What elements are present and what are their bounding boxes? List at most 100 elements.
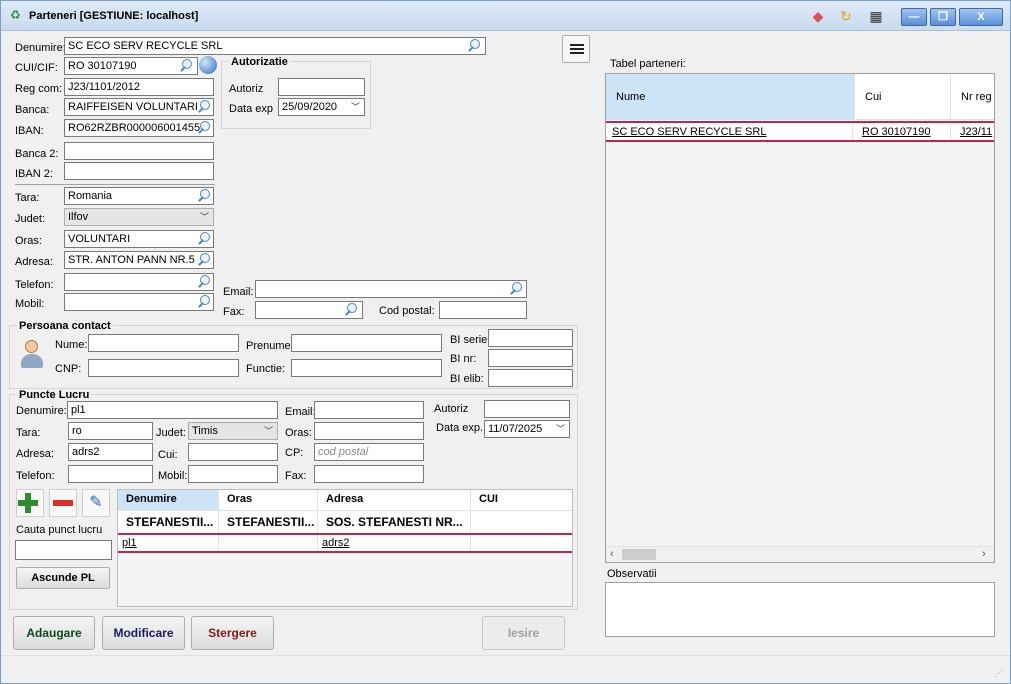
dataexp-picker[interactable]: 25/09/2020 ﹀ [278, 98, 365, 116]
stergere-button[interactable]: Stergere [191, 616, 274, 650]
pl-filter-denumire[interactable]: STEFANESTII... [118, 511, 219, 532]
refresh-icon[interactable]: ↻ [837, 8, 855, 24]
add-pl-button[interactable] [16, 489, 44, 517]
search-icon[interactable] [197, 252, 213, 268]
partners-window: ♻ Parteneri [GESTIUNE: localhost] ◆ ↻ ▦ … [0, 0, 1011, 684]
pl-col-oras[interactable]: Oras [219, 490, 318, 510]
search-icon[interactable] [344, 302, 360, 318]
modificare-button[interactable]: Modificare [102, 616, 185, 650]
chevron-down-icon: ﹀ [263, 426, 273, 436]
autoriz-field[interactable] [278, 78, 365, 96]
person-icon [19, 338, 45, 370]
pl-filter-row: STEFANESTII... STEFANESTII... SOS. STEFA… [118, 510, 572, 532]
pl-dataexp-picker[interactable]: 11/07/2025 ﹀ [484, 420, 570, 438]
pl-col-cui[interactable]: CUI [471, 490, 572, 510]
pl-denumire-field[interactable]: pl1 [67, 401, 278, 419]
codpostal-field[interactable] [439, 301, 527, 319]
restore-button[interactable]: ❐ [930, 8, 956, 26]
search-icon[interactable] [197, 120, 213, 136]
mobil-field[interactable] [64, 293, 214, 311]
pl-tara-field[interactable]: ro [68, 422, 153, 440]
search-icon[interactable] [179, 58, 195, 74]
contact-cnp-field[interactable] [88, 359, 239, 377]
regcom-field[interactable]: J23/1101/2012 [64, 78, 214, 96]
scroll-right-icon[interactable]: › [982, 548, 986, 560]
pl-email-field[interactable] [314, 401, 424, 419]
pl-cp-field[interactable]: cod postal [314, 443, 424, 461]
mobil-label: Mobil: [15, 298, 45, 310]
menu-button[interactable] [562, 35, 590, 63]
adresa-field[interactable]: STR. ANTON PANN NR.5 [64, 251, 214, 269]
pl-filter-adresa[interactable]: SOS. STEFANESTI NR... [318, 511, 471, 532]
judet-select[interactable]: Ilfov ﹀ [64, 208, 214, 226]
globe-icon[interactable] [199, 56, 217, 74]
telefon-label: Telefon: [15, 279, 54, 291]
pl-col-denumire[interactable]: Denumire [118, 490, 219, 510]
scroll-left-icon[interactable]: ‹ [610, 548, 614, 560]
email-field[interactable] [255, 280, 527, 298]
pl-oras-field[interactable] [314, 422, 424, 440]
minimize-button[interactable]: — [901, 8, 927, 26]
pl-autoriz-field[interactable] [484, 400, 570, 418]
chevron-down-icon: ﹀ [350, 102, 360, 112]
col-nume[interactable]: Nume [606, 74, 855, 120]
contact-functie-label: Functie: [246, 363, 286, 375]
pl-judet-value: Timis [192, 425, 218, 437]
pl-col-adresa[interactable]: Adresa [318, 490, 471, 510]
cui-field[interactable]: RO 30107190 [64, 57, 198, 75]
contact-prenume-field[interactable] [291, 334, 442, 352]
pl-cui-field[interactable] [188, 443, 278, 461]
banca-label: Banca: [15, 104, 50, 116]
col-nrreg[interactable]: Nr reg [951, 74, 994, 120]
pl-telefon-field[interactable] [68, 465, 153, 483]
partner-cell-nrreg: J23/11 [960, 126, 993, 138]
banca2-label: Banca 2: [15, 148, 59, 160]
adaugare-button[interactable]: Adaugare [13, 616, 95, 650]
contact-biserie-field[interactable] [488, 329, 573, 347]
pl-fax-field[interactable] [314, 465, 424, 483]
oras-field[interactable]: VOLUNTARI [64, 230, 214, 248]
search-icon[interactable] [197, 294, 213, 310]
pl-filter-oras[interactable]: STEFANESTII... [219, 511, 318, 532]
contact-bielib-field[interactable] [488, 369, 573, 387]
separator [15, 184, 215, 185]
pl-mobil-field[interactable] [188, 465, 278, 483]
contact-functie-field[interactable] [291, 359, 442, 377]
contact-binr-field[interactable] [488, 349, 573, 367]
minus-icon [53, 500, 73, 506]
scrollbar-thumb[interactable] [622, 549, 656, 560]
table-row[interactable]: SC ECO SERV RECYCLE SRL RO 30107190 J23/… [606, 121, 994, 142]
tara-field[interactable]: Romania [64, 187, 214, 205]
search-icon[interactable] [509, 281, 525, 297]
pl-cp-placeholder: cod postal [318, 446, 369, 458]
search-icon[interactable] [197, 188, 213, 204]
edit-pl-button[interactable]: ✎ [82, 489, 110, 517]
denumire-field[interactable]: SC ECO SERV RECYCLE SRL [64, 37, 486, 55]
pl-judet-select[interactable]: Timis ﹀ [188, 422, 278, 440]
banca-field[interactable]: RAIFFEISEN VOLUNTARI [64, 98, 214, 116]
close-button[interactable]: X [959, 8, 1003, 26]
contact-nume-field[interactable] [88, 334, 239, 352]
search-icon[interactable] [197, 274, 213, 290]
cauta-pl-field[interactable] [15, 540, 112, 560]
delete-pl-button[interactable] [49, 489, 77, 517]
iban-field[interactable]: RO62RZBR000006001455 [64, 119, 214, 137]
pl-filter-cui[interactable] [471, 511, 572, 532]
table-row[interactable]: pl1 adrs2 [118, 533, 572, 553]
telefon-field[interactable] [64, 273, 214, 291]
iesire-button[interactable]: Iesire [482, 616, 565, 650]
banca2-field[interactable] [64, 142, 214, 160]
search-icon[interactable] [467, 38, 483, 54]
calendar-icon[interactable]: ▦ [867, 8, 885, 24]
pl-adresa-field[interactable]: adrs2 [68, 443, 153, 461]
resize-grip-icon[interactable]: ⋰ [994, 668, 1004, 679]
observatii-field[interactable] [605, 582, 995, 637]
search-icon[interactable] [197, 231, 213, 247]
ascunde-pl-button[interactable]: Ascunde PL [16, 567, 110, 589]
iban2-field[interactable] [64, 162, 214, 180]
search-icon[interactable] [197, 99, 213, 115]
contact-cnp-label: CNP: [55, 363, 82, 375]
col-cui[interactable]: Cui [855, 74, 951, 120]
eraser-icon[interactable]: ◆ [809, 8, 827, 24]
horizontal-scrollbar[interactable]: ‹ › [606, 546, 994, 562]
